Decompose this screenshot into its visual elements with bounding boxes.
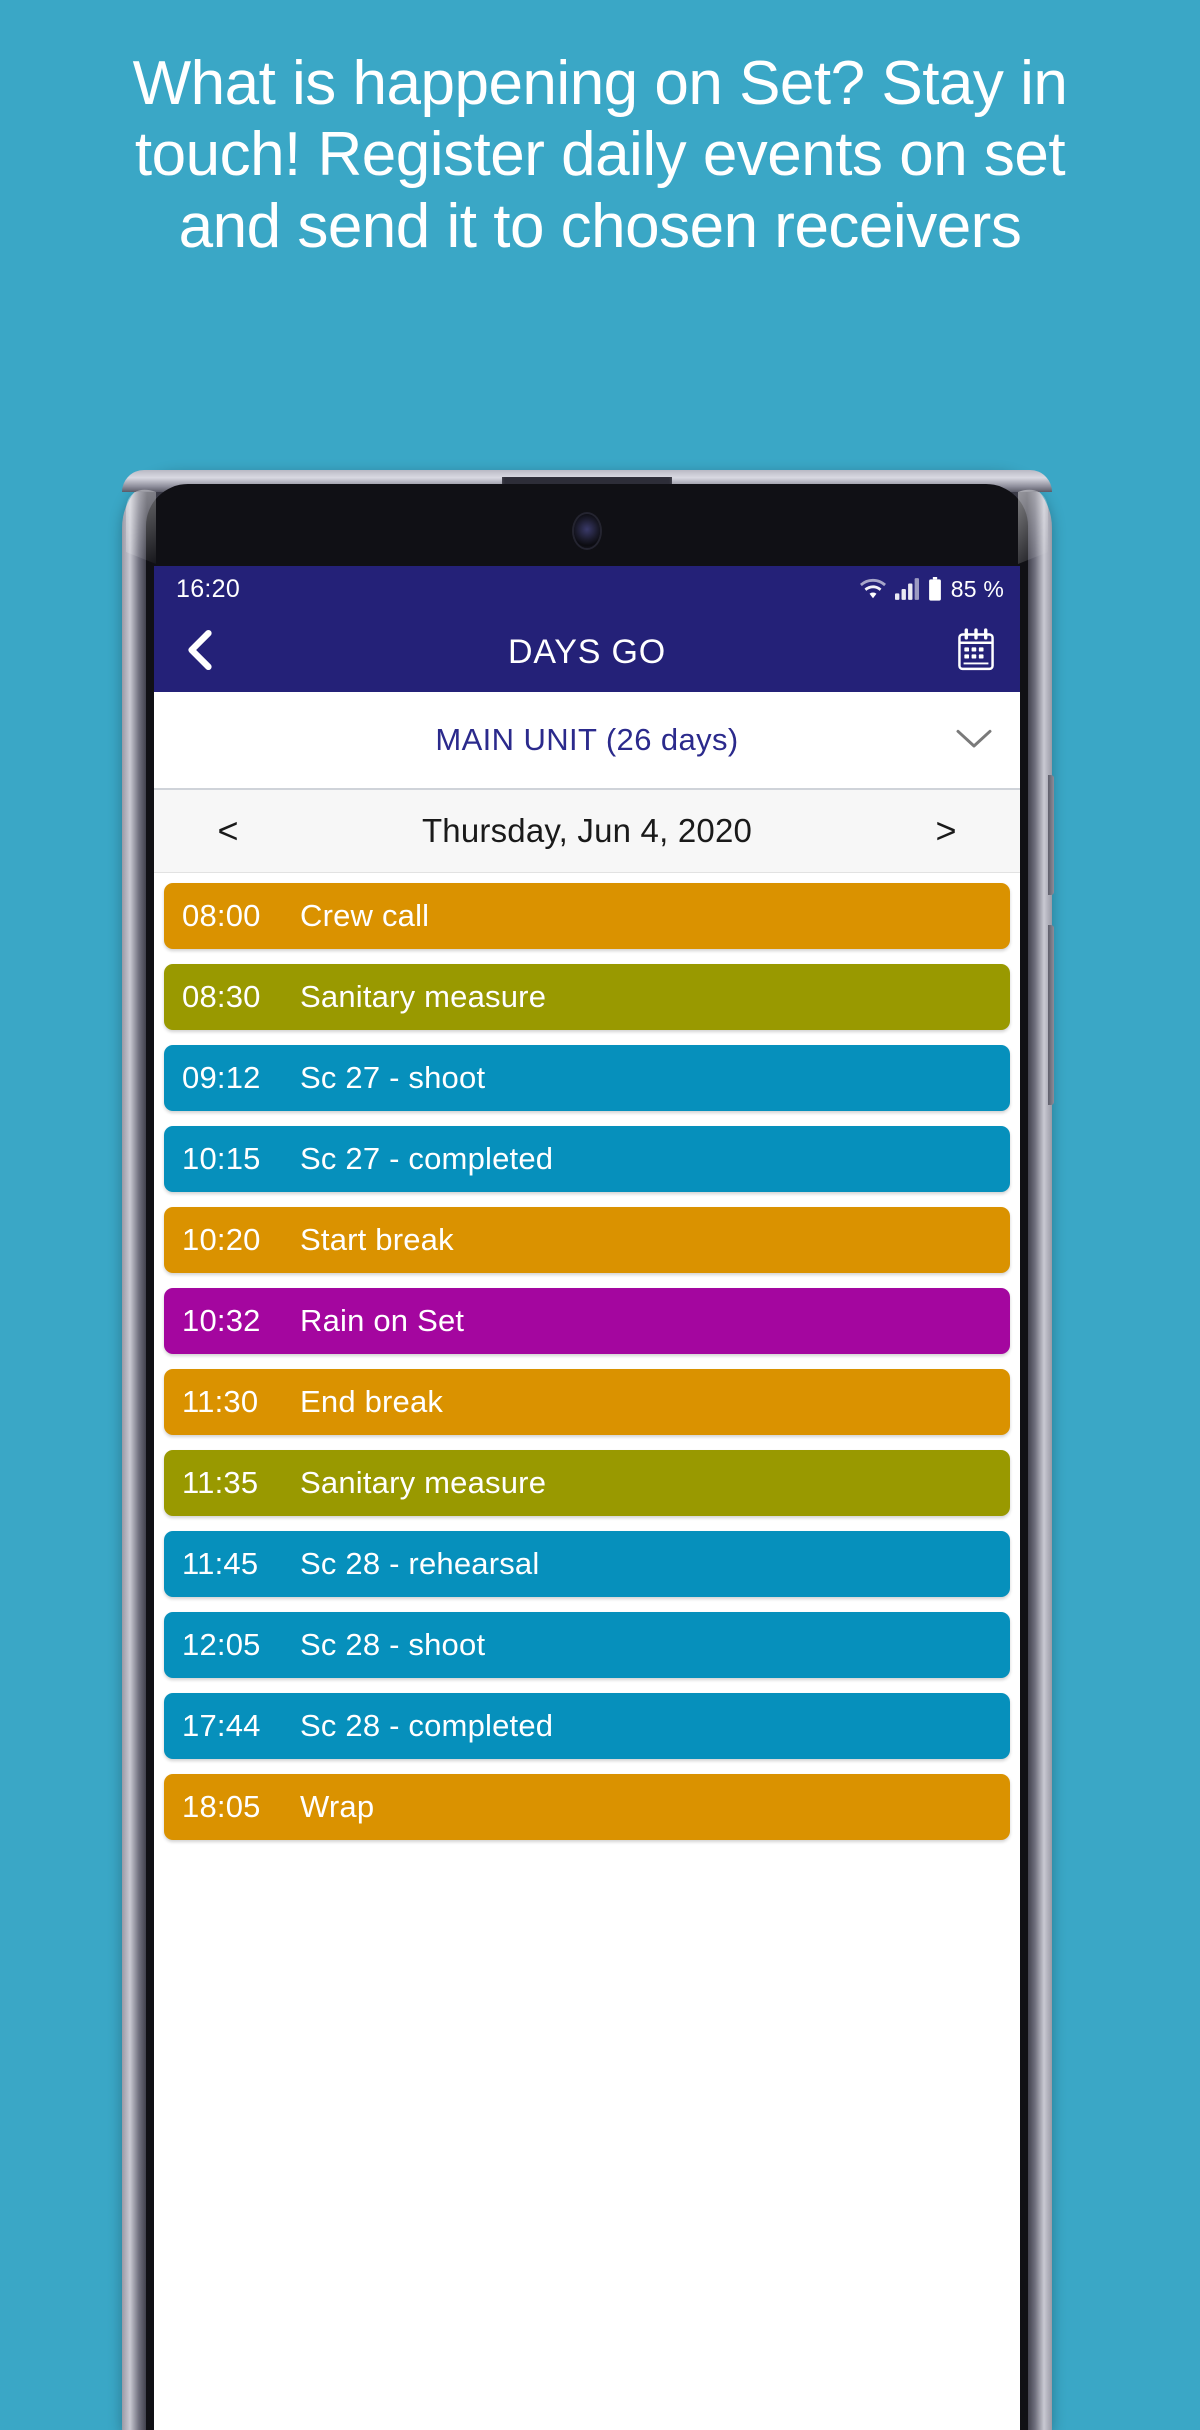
promo-headline: What is happening on Set? Stay in touch!… — [132, 49, 1068, 261]
event-title: Sanitary measure — [300, 979, 547, 1014]
event-title: Sc 28 - rehearsal — [300, 1546, 540, 1581]
event-title: Sc 28 - completed — [300, 1708, 554, 1743]
unit-selector[interactable]: MAIN UNIT (26 days) — [154, 692, 1020, 790]
cellular-signal-icon — [894, 578, 919, 600]
event-time: 18:05 — [182, 1789, 261, 1824]
event-time: 10:15 — [182, 1141, 261, 1176]
event-time: 11:45 — [182, 1546, 259, 1581]
event-row[interactable]: 11:35 Sanitary measure — [164, 1450, 1010, 1516]
event-time: 08:00 — [182, 898, 261, 933]
phone-screen: 16:20 85 % DAYS GO MAIN UNIT (26 days) <… — [154, 566, 1020, 2430]
wifi-icon — [859, 578, 886, 600]
event-title: Wrap — [300, 1789, 375, 1824]
event-time: 10:32 — [182, 1303, 261, 1338]
back-chevron-icon — [183, 629, 217, 676]
event-row[interactable]: 10:15 Sc 27 - completed — [164, 1126, 1010, 1192]
event-row[interactable]: 08:00 Crew call — [164, 883, 1010, 949]
frame-glint-right — [1018, 479, 1048, 565]
event-row[interactable]: 18:05 Wrap — [164, 1774, 1010, 1840]
event-title: Sanitary measure — [300, 1465, 547, 1500]
prev-day-button[interactable]: < — [208, 813, 248, 849]
status-indicators: 85 % — [859, 575, 1004, 603]
event-time: 17:44 — [182, 1708, 261, 1743]
power-button[interactable] — [1048, 775, 1054, 895]
event-row[interactable]: 17:44 Sc 28 - completed — [164, 1693, 1010, 1759]
front-camera-icon — [574, 514, 600, 548]
event-row[interactable]: 10:32 Rain on Set — [164, 1288, 1010, 1354]
next-day-button[interactable]: > — [926, 813, 966, 849]
event-row[interactable]: 11:30 End break — [164, 1369, 1010, 1435]
app-bar: DAYS GO — [154, 612, 1020, 692]
event-row[interactable]: 09:12 Sc 27 - shoot — [164, 1045, 1010, 1111]
status-time: 16:20 — [176, 574, 241, 603]
event-title: Rain on Set — [300, 1303, 465, 1338]
battery-icon — [928, 577, 942, 601]
chevron-down-icon — [954, 725, 994, 756]
current-date-label: Thursday, Jun 4, 2020 — [421, 812, 753, 849]
unit-selector-label: MAIN UNIT (26 days) — [435, 722, 739, 757]
event-title: End break — [300, 1384, 444, 1419]
event-time: 11:30 — [182, 1384, 259, 1419]
event-row[interactable]: 10:20 Start break — [164, 1207, 1010, 1273]
event-time: 11:35 — [182, 1465, 259, 1500]
event-title: Sc 28 - shoot — [300, 1627, 486, 1662]
event-title: Sc 27 - completed — [300, 1141, 554, 1176]
battery-percentage: 85 % — [950, 575, 1004, 602]
calendar-button[interactable] — [950, 626, 1002, 678]
event-row[interactable]: 08:30 Sanitary measure — [164, 964, 1010, 1030]
date-navigator: < Thursday, Jun 4, 2020 > — [154, 790, 1020, 873]
event-list: 08:00 Crew call 08:30 Sanitary measure 09:12… — [154, 873, 1020, 2430]
event-time: 12:05 — [182, 1627, 261, 1662]
event-title: Sc 27 - shoot — [300, 1060, 486, 1095]
unit-selector-toggle[interactable] — [950, 716, 998, 764]
back-button[interactable] — [176, 628, 224, 676]
event-time: 10:20 — [182, 1222, 261, 1257]
event-row[interactable]: 11:45 Sc 28 - rehearsal — [164, 1531, 1010, 1597]
phone-mockup: 16:20 85 % DAYS GO MAIN UNIT (26 days) <… — [122, 470, 1054, 2430]
calendar-icon — [956, 627, 996, 677]
event-title: Crew call — [300, 898, 430, 933]
event-time: 09:12 — [182, 1060, 261, 1095]
event-row[interactable]: 12:05 Sc 28 - shoot — [164, 1612, 1010, 1678]
event-time: 08:30 — [182, 979, 261, 1014]
frame-glint-left — [126, 479, 156, 565]
event-title: Start break — [300, 1222, 454, 1257]
app-title: DAYS GO — [507, 632, 666, 671]
volume-button[interactable] — [1048, 925, 1054, 1105]
status-bar: 16:20 85 % — [154, 566, 1020, 612]
